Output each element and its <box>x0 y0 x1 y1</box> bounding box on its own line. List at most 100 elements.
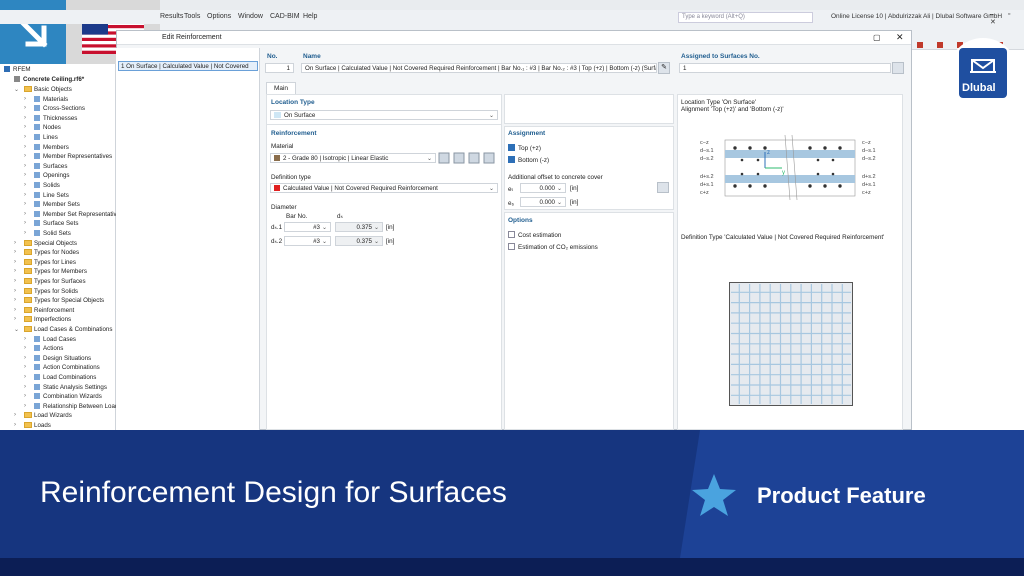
close-icon[interactable]: ✕ <box>896 32 904 43</box>
location-type-header: Location Type <box>271 99 315 106</box>
top-checkbox[interactable]: Top (+z) <box>508 144 541 152</box>
svg-text:d−s.2: d−s.2 <box>700 156 714 162</box>
bar1-select[interactable]: #3 ⌄ <box>284 222 331 232</box>
object-icon <box>34 143 40 150</box>
offset-label: Additional offset to concrete cover <box>508 174 603 181</box>
location-type-select[interactable]: On Surface ⌄ <box>270 110 498 120</box>
tree-item[interactable]: › Types for Surfaces <box>14 278 86 285</box>
left-settings-panel <box>266 94 502 430</box>
ds2-field[interactable]: 0.375 ⌄ <box>335 236 383 246</box>
maximize-icon[interactable]: ▢ <box>873 33 881 42</box>
tree-item[interactable]: › Design Situations <box>24 354 91 362</box>
cost-checkbox[interactable]: Cost estimation <box>508 231 561 239</box>
material-tools[interactable] <box>438 152 498 164</box>
assigned-label: Assigned to Surfaces No. <box>681 53 760 60</box>
expand-icon: › <box>24 153 26 160</box>
tree-item[interactable]: › Action Combinations <box>24 364 100 371</box>
menu-cad-bim[interactable]: CAD-BIM <box>270 13 300 20</box>
expand-icon: › <box>24 230 26 236</box>
tree-model[interactable]: Concrete Ceiling.rf6* <box>14 76 84 83</box>
tree-item[interactable]: › Nodes <box>24 124 61 131</box>
tree-item[interactable]: ⌄ Basic Objects <box>14 86 72 93</box>
tree-item[interactable]: › Combination Wizards <box>24 393 102 400</box>
tree-root[interactable]: RFEM <box>4 66 31 73</box>
material-label: Material <box>271 143 294 150</box>
tree-item[interactable]: › Load Wizards <box>14 412 72 419</box>
tree-item[interactable]: › Member Sets <box>24 201 80 208</box>
object-icon <box>34 364 40 371</box>
search-input[interactable]: Type a keyword (Alt+Q) <box>678 12 813 23</box>
tree-item[interactable]: › Load Cases <box>24 335 76 343</box>
menu-options[interactable]: Options <box>207 13 231 20</box>
tree-item[interactable]: › Types for Members <box>14 268 87 275</box>
diagram-caption-1: Location Type 'On Surface' <box>681 99 757 106</box>
tree-item[interactable]: › Members <box>24 143 69 151</box>
tree-item[interactable]: › Imperfections <box>14 316 71 323</box>
model-view[interactable] <box>912 50 1024 430</box>
tree-item[interactable]: › Materials <box>24 95 68 103</box>
tree-item[interactable]: › Types for Solids <box>14 287 78 295</box>
banner-title: Reinforcement Design for Surfaces <box>40 476 507 509</box>
tree-item[interactable]: › Surface Sets <box>24 220 78 227</box>
menu-window[interactable]: Window <box>238 13 263 20</box>
assigned-field[interactable]: 1 <box>679 63 891 73</box>
tree-item[interactable]: › Types for Special Objects <box>14 297 104 304</box>
select-surfaces-icon[interactable] <box>892 62 904 74</box>
ds1-field[interactable]: 0.375 ⌄ <box>335 222 383 232</box>
svg-text:d+s.1: d+s.1 <box>862 182 876 188</box>
object-icon <box>34 153 40 160</box>
chevron-down-icon: ⌄ <box>488 186 494 192</box>
list-item[interactable]: 1 On Surface | Calculated Value | Not Co… <box>118 61 258 71</box>
et-field[interactable]: 0.000 ⌄ <box>520 183 566 193</box>
tree-item[interactable]: › Thicknesses <box>24 114 77 122</box>
co2-checkbox[interactable]: Estimation of CO₂ emissions <box>508 243 598 251</box>
star-icon <box>692 474 736 516</box>
logo-text: Dlubal <box>962 82 996 94</box>
tree-item[interactable]: › Types for Nodes <box>14 249 79 256</box>
tree-item[interactable]: › Member Representatives <box>24 153 112 160</box>
tree-item[interactable]: › Member Set Representatives <box>24 210 123 218</box>
tree-item[interactable]: › Surfaces <box>24 162 67 170</box>
tab-main[interactable]: Main <box>266 82 296 94</box>
object-icon <box>34 95 40 102</box>
no-field[interactable]: 1 <box>265 63 294 73</box>
eb-unit: [in] <box>570 199 579 206</box>
expand-icon: › <box>24 143 26 150</box>
name-field[interactable]: On Surface | Calculated Value | Not Cove… <box>301 63 657 73</box>
tree-item[interactable]: › Lines <box>24 134 58 141</box>
tree-item[interactable]: › Types for Lines <box>14 258 76 266</box>
tree-item[interactable]: › Loads <box>14 422 51 429</box>
folder-icon <box>24 422 32 428</box>
bottom-checkbox[interactable]: Bottom (-z) <box>508 156 549 164</box>
et-label: eₜ <box>508 186 514 193</box>
ds2-label: dₛ.2 <box>271 238 283 245</box>
tree-item[interactable]: › Actions <box>24 345 63 352</box>
expand-icon: › <box>24 402 26 409</box>
menu-help[interactable]: Help <box>303 13 317 20</box>
material-select[interactable]: 2 - Grade 80 | Isotropic | Linear Elasti… <box>270 153 436 163</box>
tree-item[interactable]: ⌄ Load Cases & Combinations <box>14 326 112 333</box>
name-label: Name <box>303 53 321 60</box>
expand-icon: › <box>24 182 26 188</box>
tree-item[interactable]: › Solid Sets <box>24 230 71 237</box>
expand-icon: › <box>14 316 16 323</box>
deftype-select[interactable]: Calculated Value | Not Covered Required … <box>270 183 498 193</box>
tree-item[interactable]: › Load Combinations <box>24 374 96 381</box>
bar2-select[interactable]: #3 ⌄ <box>284 236 331 246</box>
footer-strip <box>0 558 1024 576</box>
navigator-panel: RFEM Concrete Ceiling.rf6* ⌄ Basic Object… <box>0 64 138 430</box>
tree-item[interactable]: › Special Objects <box>14 239 77 247</box>
menu-tools[interactable]: Tools <box>184 13 200 20</box>
tree-item[interactable]: › Reinforcement <box>14 306 74 314</box>
cover-settings-icon[interactable] <box>657 182 669 193</box>
tree-item[interactable]: › Openings <box>24 172 70 179</box>
tree-item[interactable]: › Solids <box>24 182 60 189</box>
menu-results[interactable]: Results <box>160 13 183 20</box>
bridge-icon <box>970 59 996 73</box>
edit-name-icon[interactable]: ✎ <box>658 62 670 74</box>
tree-item[interactable]: › Cross-Sections <box>24 105 85 112</box>
section-diagram: z y c−z d−s.1 d−s.2 d+s.2 d+s.1 c+z c−z d−s.1… <box>700 134 876 201</box>
tree-item[interactable]: › Static Analysis Settings <box>24 383 107 391</box>
tree-item[interactable]: › Line Sets <box>24 191 69 199</box>
eb-field[interactable]: 0.000 ⌄ <box>520 197 566 207</box>
